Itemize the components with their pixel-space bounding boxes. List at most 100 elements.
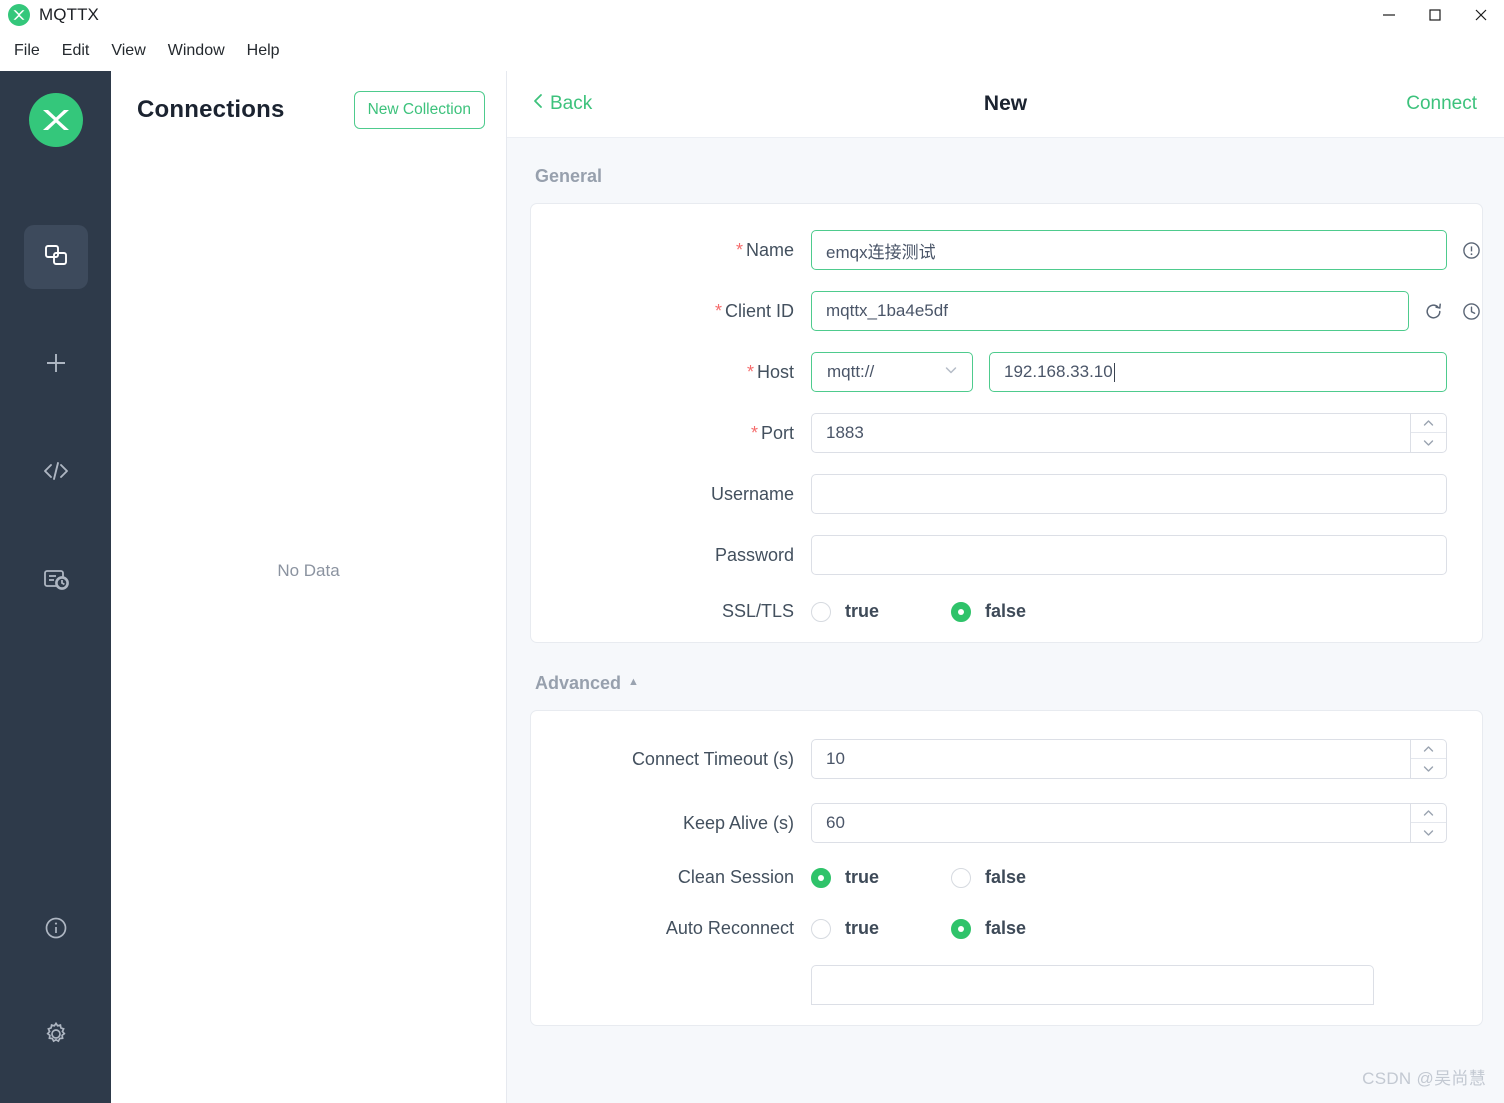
code-brackets-icon xyxy=(41,457,71,490)
log-history-icon xyxy=(42,565,70,598)
username-label: Username xyxy=(710,483,794,504)
field-row-password: Password xyxy=(531,535,1482,575)
connections-title: Connections xyxy=(137,95,285,123)
field-row-host: * Host mqtt:// 192.168.33.10 xyxy=(531,352,1482,392)
ssl-tls-radio-group: true false xyxy=(811,601,1026,622)
ssl-tls-false-label: false xyxy=(985,601,1027,621)
connect-button[interactable]: Connect xyxy=(1406,93,1477,115)
username-input[interactable] xyxy=(811,474,1447,514)
main-header: Back New Connect xyxy=(507,71,1504,138)
window-controls xyxy=(1366,0,1504,30)
auto-reconnect-label: Auto Reconnect xyxy=(665,918,794,938)
sidebar-item-about[interactable] xyxy=(24,898,88,962)
client-id-label: * Client ID xyxy=(714,300,794,321)
radio-dot xyxy=(811,918,831,939)
form-scroll-area[interactable]: General * Name emqx连接测试 * Client ID mqtt… xyxy=(507,138,1504,1103)
port-stepper[interactable] xyxy=(1411,413,1447,453)
chevron-down-icon[interactable] xyxy=(1411,823,1446,842)
close-icon[interactable] xyxy=(1458,0,1504,30)
app-body: Connections New Collection No Data Back … xyxy=(0,71,1504,1103)
auto-reconnect-false-label: false xyxy=(985,918,1027,938)
sidebar-item-new-connection[interactable] xyxy=(24,333,88,397)
menu-item-view[interactable]: View xyxy=(100,39,156,63)
auto-reconnect-radio-group: true false xyxy=(811,918,1026,939)
advanced-section-title: Advanced xyxy=(535,673,622,693)
auto-reconnect-radio-true[interactable]: true xyxy=(811,918,879,939)
radio-dot xyxy=(811,867,831,888)
connections-header: Connections New Collection xyxy=(111,71,506,148)
connections-panel: Connections New Collection No Data xyxy=(111,71,507,1103)
new-collection-button[interactable]: New Collection xyxy=(353,90,485,129)
main-content: Back New Connect General *Name emqx连接测试 xyxy=(507,71,1504,1103)
host-protocol-select[interactable]: mqtt:// xyxy=(811,352,973,392)
field-row-client-id: * Client ID mqttx_1ba4e5df xyxy=(531,291,1482,331)
menu-item-edit[interactable]: Edit xyxy=(51,39,101,63)
window-title: MQTTX xyxy=(39,5,99,24)
chevron-down-icon[interactable] xyxy=(1411,759,1446,778)
refresh-icon[interactable] xyxy=(1423,301,1444,322)
connect-timeout-input[interactable]: 10 xyxy=(811,739,1411,779)
connect-timeout-label: Connect Timeout (s) xyxy=(631,748,794,769)
chevron-up-icon[interactable] xyxy=(1411,740,1446,759)
field-row-username: Username xyxy=(531,474,1482,514)
clock-icon[interactable] xyxy=(1461,301,1482,322)
gear-icon xyxy=(42,1020,70,1053)
connections-icon xyxy=(42,241,70,274)
mqttx-logo-icon xyxy=(28,93,83,147)
radio-dot xyxy=(951,867,972,888)
keep-alive-input[interactable]: 60 xyxy=(811,803,1411,843)
port-label: * Port xyxy=(750,422,794,443)
ssl-tls-radio-true[interactable]: true xyxy=(811,601,879,622)
keep-alive-stepper[interactable] xyxy=(1411,803,1447,843)
sidebar-item-connections[interactable] xyxy=(23,225,88,289)
field-row-connect-timeout: Connect Timeout (s) 10 xyxy=(531,739,1482,779)
chevron-down-icon[interactable] xyxy=(1411,433,1446,452)
info-circle-icon xyxy=(42,914,70,947)
next-field-input-partial[interactable] xyxy=(811,965,1374,1005)
radio-dot xyxy=(951,601,972,622)
field-row-clean-session: Clean Session true false xyxy=(531,867,1482,888)
auto-reconnect-radio-false[interactable]: false xyxy=(951,918,1026,939)
host-input-value: 192.168.33.10 xyxy=(1004,362,1113,381)
ssl-tls-true-label: true xyxy=(845,601,880,621)
sidebar-rail xyxy=(0,71,111,1103)
password-input[interactable] xyxy=(811,535,1447,575)
rail-bottom-group xyxy=(24,898,88,1103)
chevron-up-icon[interactable] xyxy=(1411,414,1446,433)
general-card: * Name emqx连接测试 * Client ID mqttx_1ba4e5… xyxy=(530,203,1483,643)
menu-item-file[interactable]: File xyxy=(3,39,51,63)
name-input[interactable]: emqx连接测试 xyxy=(811,230,1447,270)
sidebar-item-settings[interactable] xyxy=(24,1004,88,1068)
minimize-icon[interactable] xyxy=(1366,0,1412,30)
auto-reconnect-true-label: true xyxy=(845,918,880,938)
advanced-section-label[interactable]: Advanced ▲ xyxy=(535,673,1483,694)
chevron-left-icon xyxy=(532,92,544,116)
sidebar-item-scripts[interactable] xyxy=(24,441,88,505)
mqttx-logo-icon xyxy=(8,4,30,26)
general-section-label: General xyxy=(535,166,1483,187)
menu-item-help[interactable]: Help xyxy=(236,39,291,63)
back-button[interactable]: Back xyxy=(532,92,592,116)
ssl-tls-radio-false[interactable]: false xyxy=(951,601,1026,622)
maximize-icon[interactable] xyxy=(1412,0,1458,30)
clean-session-radio-true[interactable]: true xyxy=(811,867,879,888)
plus-icon xyxy=(42,349,70,382)
menu-bar: File Edit View Window Help xyxy=(0,30,1504,71)
clean-session-radio-false[interactable]: false xyxy=(951,867,1026,888)
host-input[interactable]: 192.168.33.10 xyxy=(989,352,1447,392)
port-input[interactable]: 1883 xyxy=(811,413,1411,453)
connect-timeout-stepper[interactable] xyxy=(1411,739,1447,779)
chevron-down-icon xyxy=(943,362,959,383)
menu-item-window[interactable]: Window xyxy=(157,39,236,63)
chevron-up-icon[interactable] xyxy=(1411,804,1446,823)
field-row-name: * Name emqx连接测试 xyxy=(531,230,1482,270)
exclamation-circle-icon[interactable] xyxy=(1461,240,1482,261)
field-row-port: * Port 1883 xyxy=(531,413,1482,453)
advanced-card: Connect Timeout (s) 10 Keep Alive (s) 60… xyxy=(530,710,1483,1026)
clean-session-label: Clean Session xyxy=(677,867,794,887)
caret-up-icon[interactable]: ▲ xyxy=(628,677,639,688)
connections-empty-state: No Data xyxy=(111,148,506,1103)
client-id-input[interactable]: mqttx_1ba4e5df xyxy=(811,291,1409,331)
sidebar-item-log[interactable] xyxy=(24,549,88,613)
radio-dot xyxy=(951,918,972,939)
